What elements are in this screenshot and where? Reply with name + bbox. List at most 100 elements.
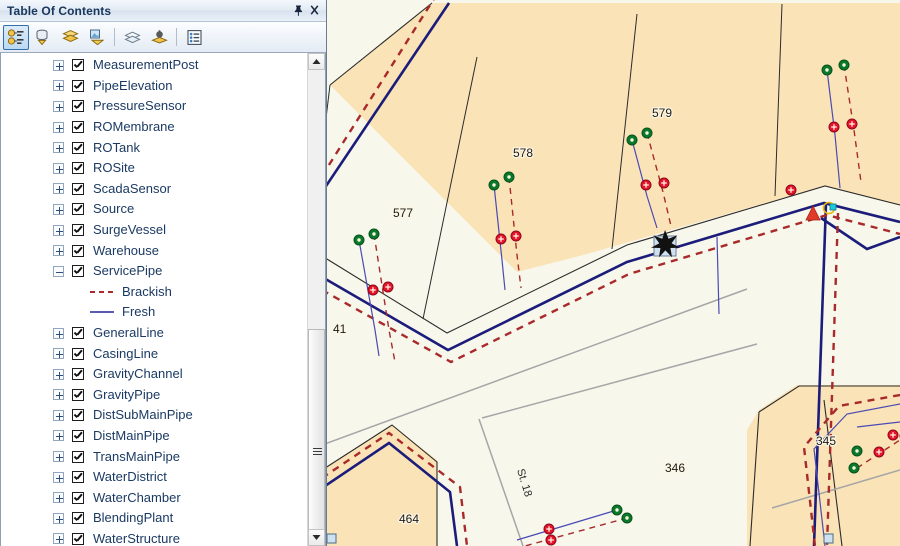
layer-visibility-checkbox[interactable] bbox=[72, 141, 84, 154]
expand-icon[interactable] bbox=[53, 80, 64, 92]
layer-tree[interactable]: MeasurementPost PipeElevation PressureSens… bbox=[1, 53, 308, 546]
parcel-number-label: 345 bbox=[816, 434, 836, 448]
layer-name-label: DistSubMainPipe bbox=[93, 407, 193, 423]
expand-icon[interactable] bbox=[53, 121, 64, 133]
layer-tree-item[interactable]: ServicePipe bbox=[1, 261, 308, 282]
layer-visibility-checkbox[interactable] bbox=[72, 224, 84, 237]
legend-list-icon[interactable] bbox=[181, 25, 207, 50]
expand-icon[interactable] bbox=[53, 224, 64, 236]
layer-name-label: ROMembrane bbox=[93, 119, 175, 135]
layer-tree-item[interactable]: Fresh bbox=[1, 302, 308, 323]
layer-visibility-checkbox[interactable] bbox=[72, 347, 84, 360]
expand-icon[interactable] bbox=[53, 512, 64, 524]
layer-tree-item[interactable]: WaterStructure bbox=[1, 529, 308, 546]
layer-visibility-checkbox[interactable] bbox=[72, 409, 84, 422]
layer-tree-item[interactable]: BlendingPlant bbox=[1, 508, 308, 529]
layer-name-label: GravityPipe bbox=[93, 386, 161, 402]
layer-tree-item[interactable]: DistMainPipe bbox=[1, 426, 308, 447]
layer-tree-item[interactable]: ROSite bbox=[1, 158, 308, 179]
layer-visibility-checkbox[interactable] bbox=[72, 327, 84, 340]
expand-icon[interactable] bbox=[53, 327, 64, 339]
layer-name-label: Warehouse bbox=[93, 242, 159, 258]
layer-tree-item[interactable]: ScadaSensor bbox=[1, 179, 308, 200]
expand-icon[interactable] bbox=[53, 451, 64, 463]
scroll-down-arrow-icon[interactable] bbox=[308, 529, 325, 546]
list-by-drawing-order-icon[interactable] bbox=[3, 24, 29, 50]
collapse-icon[interactable] bbox=[53, 265, 64, 277]
expand-icon[interactable] bbox=[53, 142, 64, 154]
layer-tree-item[interactable]: WaterDistrict bbox=[1, 467, 308, 488]
list-by-visibility-icon[interactable] bbox=[57, 25, 83, 50]
layer-visibility-checkbox[interactable] bbox=[72, 265, 84, 278]
expand-icon[interactable] bbox=[53, 389, 64, 401]
list-by-selection-icon[interactable] bbox=[84, 25, 110, 50]
layer-visibility-checkbox[interactable] bbox=[72, 450, 84, 463]
layer-tree-item[interactable]: WaterChamber bbox=[1, 487, 308, 508]
layer-tree-item[interactable]: CasingLine bbox=[1, 343, 308, 364]
layer-visibility-checkbox[interactable] bbox=[72, 532, 84, 545]
layer-tree-item[interactable]: GravityChannel bbox=[1, 364, 308, 385]
layer-tree-item[interactable]: ROMembrane bbox=[1, 117, 308, 138]
pin-icon[interactable] bbox=[290, 3, 306, 19]
expand-icon[interactable] bbox=[53, 245, 64, 257]
layer-tree-item[interactable]: GravityPipe bbox=[1, 385, 308, 406]
scrollbar-thumb[interactable] bbox=[308, 329, 325, 546]
layer-visibility-checkbox[interactable] bbox=[72, 59, 84, 72]
expand-icon[interactable] bbox=[53, 430, 64, 442]
layer-tree-item[interactable]: PipeElevation bbox=[1, 76, 308, 97]
layer-package-icon[interactable] bbox=[146, 25, 172, 50]
expand-icon[interactable] bbox=[53, 162, 64, 174]
layer-tree-item[interactable]: ROTank bbox=[1, 137, 308, 158]
layer-tree-item[interactable]: DistSubMainPipe bbox=[1, 405, 308, 426]
expand-icon[interactable] bbox=[53, 533, 64, 545]
layer-name-label: Fresh bbox=[122, 304, 156, 320]
layer-visibility-checkbox[interactable] bbox=[72, 244, 84, 257]
layer-visibility-checkbox[interactable] bbox=[72, 162, 84, 175]
expand-icon[interactable] bbox=[53, 100, 64, 112]
parcel-number-label: 464 bbox=[399, 512, 419, 526]
layer-visibility-checkbox[interactable] bbox=[72, 121, 84, 134]
panel-title-bar: Table Of Contents bbox=[0, 0, 326, 22]
scrollbar-grip-icon bbox=[313, 447, 322, 458]
expand-icon[interactable] bbox=[53, 492, 64, 504]
layer-visibility-checkbox[interactable] bbox=[72, 512, 84, 525]
expand-icon[interactable] bbox=[53, 203, 64, 215]
layer-tree-item[interactable]: TransMainPipe bbox=[1, 446, 308, 467]
layers-stack-icon[interactable] bbox=[119, 25, 145, 50]
list-by-source-icon[interactable] bbox=[30, 25, 56, 50]
expand-icon[interactable] bbox=[53, 471, 64, 483]
layer-name-label: SurgeVessel bbox=[93, 222, 166, 238]
expand-icon[interactable] bbox=[53, 409, 64, 421]
layer-name-label: ROSite bbox=[93, 160, 135, 176]
expand-icon[interactable] bbox=[53, 183, 64, 195]
layer-visibility-checkbox[interactable] bbox=[72, 388, 84, 401]
layer-tree-item[interactable]: Warehouse bbox=[1, 240, 308, 261]
layer-visibility-checkbox[interactable] bbox=[72, 203, 84, 216]
expand-icon[interactable] bbox=[53, 59, 64, 71]
layer-tree-item[interactable]: PressureSensor bbox=[1, 96, 308, 117]
layer-name-label: ScadaSensor bbox=[93, 180, 172, 196]
expand-icon[interactable] bbox=[53, 348, 64, 360]
layer-tree-item[interactable]: SurgeVessel bbox=[1, 220, 308, 241]
layer-visibility-checkbox[interactable] bbox=[72, 182, 84, 195]
layer-visibility-checkbox[interactable] bbox=[72, 491, 84, 504]
close-icon[interactable] bbox=[306, 3, 322, 19]
layer-visibility-checkbox[interactable] bbox=[72, 100, 84, 113]
layer-name-label: Brackish bbox=[122, 283, 172, 299]
scroll-up-arrow-icon[interactable] bbox=[308, 53, 325, 70]
layer-tree-item[interactable]: MeasurementPost bbox=[1, 55, 308, 76]
layer-tree-scrollbar[interactable] bbox=[307, 53, 325, 546]
layer-tree-item[interactable]: GeneralLine bbox=[1, 323, 308, 344]
map-canvas[interactable]: 579 578 577 41 464 346 345 St. 18 bbox=[327, 0, 900, 546]
layer-tree-item[interactable]: Brackish bbox=[1, 282, 308, 303]
toc-toolbar bbox=[0, 22, 326, 53]
layer-visibility-checkbox[interactable] bbox=[72, 368, 84, 381]
layer-visibility-checkbox[interactable] bbox=[72, 429, 84, 442]
layer-visibility-checkbox[interactable] bbox=[72, 471, 84, 484]
layer-visibility-checkbox[interactable] bbox=[72, 79, 84, 92]
layer-tree-item[interactable]: Source bbox=[1, 199, 308, 220]
parcel-number-label: 41 bbox=[333, 322, 347, 336]
map-svg: 57957857741464346345 St. 18 bbox=[327, 0, 900, 546]
layer-name-label: MeasurementPost bbox=[93, 57, 199, 73]
expand-icon[interactable] bbox=[53, 368, 64, 380]
